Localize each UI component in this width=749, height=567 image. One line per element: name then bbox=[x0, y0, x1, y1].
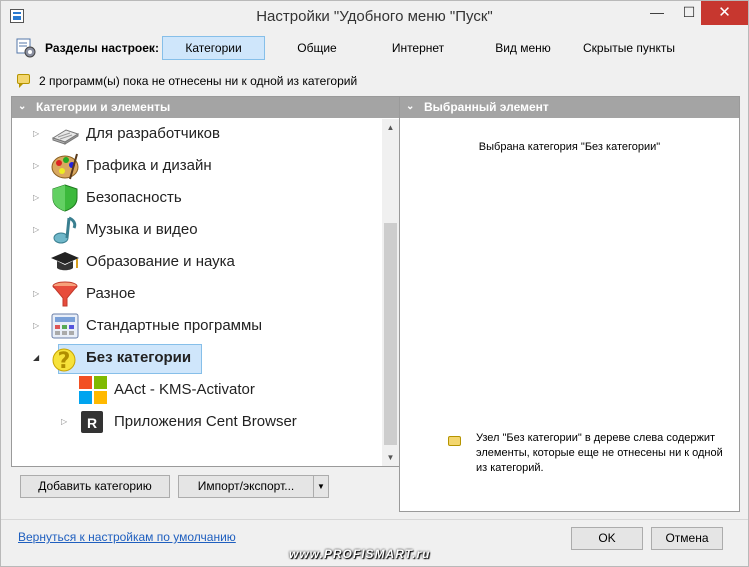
sections-label: Разделы настроек: bbox=[45, 41, 159, 55]
expand-arrow-icon[interactable]: ▷ bbox=[33, 225, 41, 235]
tree-item-label: Безопасность bbox=[86, 189, 182, 206]
settings-window: Настройки "Удобного меню "Пуск" — ☐ ✕ Ра… bbox=[0, 0, 749, 567]
title-bar: Настройки "Удобного меню "Пуск" — ☐ ✕ bbox=[1, 1, 748, 31]
selected-item-panel: ⌄ Выбранный элемент Выбрана категория "Б… bbox=[399, 96, 740, 512]
footer-separator bbox=[1, 519, 748, 520]
minimize-button[interactable]: — bbox=[641, 1, 673, 25]
music-note-icon bbox=[53, 216, 77, 244]
selected-item-panel-header[interactable]: ⌄ Выбранный элемент bbox=[400, 97, 739, 118]
hint-text: Узел "Без категории" в дереве слева соде… bbox=[476, 432, 723, 474]
comment-icon bbox=[17, 74, 30, 88]
add-category-button[interactable]: Добавить категорию bbox=[20, 475, 170, 498]
tree-item-label: Музыка и видео bbox=[86, 221, 198, 238]
selected-item-text: Выбрана категория "Без категории" bbox=[478, 141, 661, 153]
tab-internet[interactable]: Интернет bbox=[373, 36, 463, 60]
import-export-label: Импорт/экспорт... bbox=[197, 479, 295, 493]
funnel-icon bbox=[52, 281, 78, 307]
tree-item-label: Для разработчиков bbox=[86, 125, 220, 142]
selected-item-panel-title: Выбранный элемент bbox=[424, 100, 549, 114]
tree-item-label: Графика и дизайн bbox=[86, 157, 212, 174]
question-mark-glyph: ? bbox=[58, 349, 71, 372]
tree-item-label: Приложения Cent Browser bbox=[114, 413, 297, 430]
tab-general[interactable]: Общие bbox=[275, 36, 359, 60]
dropdown-arrow-icon[interactable]: ▼ bbox=[313, 476, 328, 497]
expand-arrow-icon[interactable]: ▷ bbox=[61, 417, 69, 427]
settings-gear-icon bbox=[16, 38, 36, 58]
collapse-chevron-icon[interactable]: ⌄ bbox=[406, 97, 414, 117]
categories-panel: ⌄ Категории и элементы ▷ Для разработчик… bbox=[11, 96, 400, 467]
tree-item-label: Разное bbox=[86, 285, 136, 302]
comment-icon bbox=[448, 436, 461, 446]
tree-scrollbar[interactable]: ▲ ▼ bbox=[382, 119, 399, 466]
close-button[interactable]: ✕ bbox=[701, 1, 748, 25]
scroll-up-arrow-icon[interactable]: ▲ bbox=[382, 119, 399, 136]
question-mark-icon: ? bbox=[52, 348, 76, 372]
import-export-button[interactable]: Импорт/экспорт... ▼ bbox=[178, 475, 329, 498]
cancel-button[interactable]: Отмена bbox=[651, 527, 723, 550]
shield-icon bbox=[52, 184, 78, 212]
sections-bar: Разделы настроек: Категории Общие Интерн… bbox=[11, 33, 738, 63]
scroll-down-arrow-icon[interactable]: ▼ bbox=[382, 449, 399, 466]
categories-panel-title: Категории и элементы bbox=[36, 100, 171, 114]
keyboard-icon bbox=[51, 129, 80, 145]
expand-arrow-icon[interactable]: ▷ bbox=[33, 321, 41, 331]
expand-arrow-icon[interactable]: ▷ bbox=[33, 289, 41, 299]
expand-arrow-icon[interactable]: ▷ bbox=[33, 129, 41, 139]
window-title: Настройки "Удобного меню "Пуск" bbox=[256, 8, 493, 25]
ok-button[interactable]: OK bbox=[571, 527, 643, 550]
watermark: www.PROFISMART.ru bbox=[289, 547, 431, 561]
tab-menu-view[interactable]: Вид меню bbox=[483, 36, 563, 60]
info-bar: 2 программ(ы) пока не отнесены ни к одно… bbox=[11, 71, 738, 91]
windows-logo-icon bbox=[79, 376, 107, 404]
collapse-arrow-icon[interactable]: ◢ bbox=[33, 353, 41, 363]
tree-item-label: Стандартные программы bbox=[86, 317, 263, 334]
expand-arrow-icon[interactable]: ▷ bbox=[33, 193, 41, 203]
reset-defaults-link[interactable]: Вернуться к настройкам по умолчанию bbox=[18, 530, 236, 544]
graduation-cap-icon bbox=[51, 252, 79, 271]
tree-item-label: Без категории bbox=[86, 349, 192, 366]
collapse-chevron-icon[interactable]: ⌄ bbox=[18, 97, 26, 117]
tree-item-label: Образование и наука bbox=[86, 253, 235, 270]
r-letter-icon: R bbox=[81, 411, 103, 433]
tree-item-label: AAct - KMS-Activator bbox=[114, 381, 255, 398]
scroll-thumb[interactable] bbox=[384, 223, 397, 445]
categories-panel-header[interactable]: ⌄ Категории и элементы bbox=[12, 97, 399, 118]
expand-arrow-icon[interactable]: ▷ bbox=[33, 161, 41, 171]
calculator-icon bbox=[51, 313, 79, 339]
r-letter-glyph: R bbox=[87, 415, 97, 431]
palette-icon bbox=[51, 153, 79, 180]
info-text: 2 программ(ы) пока не отнесены ни к одно… bbox=[39, 74, 358, 88]
tab-hidden-items[interactable]: Скрытые пункты bbox=[573, 36, 685, 60]
tab-categories[interactable]: Категории bbox=[162, 36, 265, 60]
